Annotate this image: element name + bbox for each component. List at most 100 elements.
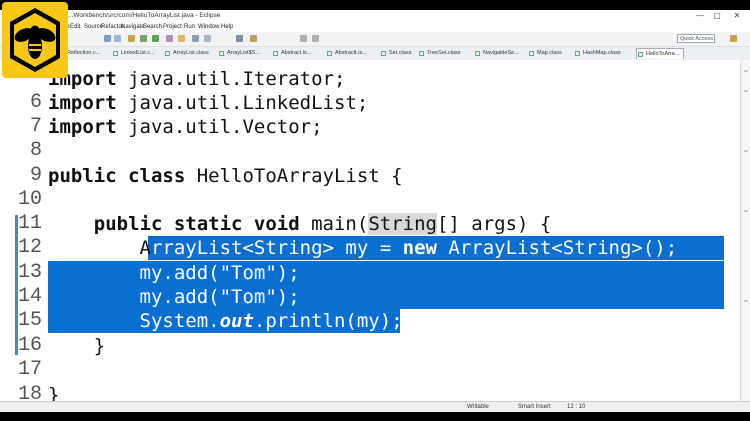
editor-tabs: Reflection.c... LinkedList.c... ArrayList.…	[0, 47, 750, 61]
class-file-icon	[419, 51, 424, 56]
pin-icon[interactable]	[236, 35, 243, 42]
search-icon[interactable]	[204, 35, 211, 42]
code-text: ArrayList<String> my = new ArrayList<Str…	[48, 236, 678, 260]
code-token: System.	[48, 310, 220, 332]
menu-edit[interactable]: Edit	[70, 22, 80, 32]
class-file-icon	[638, 52, 643, 57]
editor-tab-label: TreeSet.class	[427, 50, 461, 56]
code-line: 7 import java.util.Vector;	[0, 115, 740, 139]
editor-tab[interactable]: TreeSet.class	[418, 48, 472, 59]
editor-tab[interactable]: ArrayList$S...	[218, 48, 270, 59]
line-number: 9	[29, 164, 42, 187]
new-icon[interactable]	[104, 35, 111, 42]
back-icon[interactable]	[300, 35, 307, 42]
status-bar: Writable Smart Insert 12 : 10	[0, 401, 750, 412]
line-number: 16	[17, 334, 42, 357]
menu-search[interactable]: Search	[143, 22, 162, 32]
code-token: HelloToArrayList {	[185, 165, 403, 187]
editor-tab[interactable]: Set.class	[380, 48, 416, 59]
editor-tab[interactable]: Abstract.ls...	[272, 48, 324, 59]
code-line: 15 System.out.println(my);	[0, 309, 740, 333]
code-token: java.util.Iterator;	[116, 68, 346, 90]
forward-icon[interactable]	[312, 35, 319, 42]
editor-tab-label: Reflection.c...	[67, 50, 101, 56]
editor-tab-label: Map.class	[537, 50, 562, 56]
editor-tab-label: LinkedList.c...	[121, 50, 155, 56]
editor-tab-label: Set.class	[389, 50, 412, 56]
maximize-button[interactable]: ▢	[707, 10, 727, 22]
overview-mark	[744, 210, 748, 212]
editor-tab[interactable]: HelloToArra...	[636, 48, 684, 59]
keyword-token: out	[219, 310, 254, 332]
change-marker	[15, 215, 18, 355]
code-line: 10	[0, 188, 740, 212]
code-token: String	[368, 213, 437, 235]
overview-mark	[744, 150, 748, 152]
code-text: my.add("Tom");	[48, 261, 300, 285]
menu-navigate[interactable]: Navigate	[121, 22, 145, 32]
line-number: 14	[17, 285, 42, 308]
class-file-icon	[219, 51, 224, 56]
editor-tab-label: NavigableSe...	[483, 50, 519, 56]
annotation-icon[interactable]	[250, 35, 257, 42]
editor-tab[interactable]: AbstractLis...	[326, 48, 378, 59]
editor-tab-label: ArrayList.class	[173, 50, 209, 56]
editor-tab[interactable]: HashMap.class	[574, 48, 632, 59]
close-button[interactable]: ✕	[727, 10, 747, 22]
class-file-icon	[165, 51, 170, 56]
editor-tab-label: AbstractLis...	[335, 50, 367, 56]
line-number: 6	[29, 91, 42, 114]
code-line: 13 my.add("Tom");	[0, 261, 740, 285]
menu-run[interactable]: Run	[184, 22, 195, 32]
line-number: 15	[17, 309, 42, 332]
code-text: import java.util.Iterator;	[48, 67, 345, 91]
class-file-icon	[273, 51, 278, 56]
overview-mark	[744, 70, 748, 72]
code-editor[interactable]: import java.util.Iterator; 6 import java.u…	[0, 60, 740, 410]
code-token: java.util.LinkedList;	[116, 92, 369, 114]
code-line: 9 public class HelloToArrayList {	[0, 164, 740, 188]
keyword-token: import	[48, 92, 117, 114]
code-token: java.util.Vector;	[116, 116, 323, 138]
line-number: 17	[17, 358, 42, 381]
menu-help[interactable]: Help	[221, 22, 233, 32]
line-number: 8	[29, 139, 42, 162]
status-insert-mode: Smart Insert	[518, 404, 551, 410]
editor-tab[interactable]: NavigableSe...	[474, 48, 526, 59]
bee-icon	[10, 8, 60, 72]
code-line: 12 ArrayList<String> my = new ArrayList<…	[0, 236, 740, 260]
line-number: 11	[17, 212, 42, 235]
code-line: 8	[0, 139, 740, 163]
editor-tab[interactable]: ArrayList.class	[164, 48, 216, 59]
code-token: A	[48, 237, 151, 259]
overview-mark	[744, 300, 748, 302]
save-icon[interactable]	[114, 35, 121, 42]
run-icon[interactable]	[152, 35, 159, 42]
package-icon[interactable]	[166, 35, 173, 42]
vertical-scrollbar[interactable]	[740, 60, 750, 410]
code-token: ArrayList<String>();	[436, 237, 678, 259]
menu-project[interactable]: Project	[163, 22, 182, 32]
debug-icon[interactable]	[140, 35, 147, 42]
build-icon[interactable]	[128, 35, 135, 42]
code-text: import java.util.Vector;	[48, 115, 323, 139]
editor-tab[interactable]: LinkedList.c...	[112, 48, 162, 59]
editor-tab[interactable]: Map.class	[528, 48, 572, 59]
quick-access-field[interactable]: Quick Access	[677, 34, 715, 43]
line-number: 10	[17, 188, 42, 211]
class-icon[interactable]	[178, 35, 185, 42]
code-token: rrayList<String> my =	[150, 237, 403, 259]
editor-tab-label: ArrayList$S...	[227, 50, 261, 56]
class-file-icon	[327, 51, 332, 56]
menu-window[interactable]: Window	[198, 22, 219, 32]
java-perspective-icon[interactable]	[730, 35, 737, 42]
open-type-icon[interactable]	[192, 35, 199, 42]
code-token: main(	[299, 213, 369, 235]
window-title: ...Workbench/src/com/HelloToArrayList.ja…	[68, 12, 221, 19]
keyword-token: public static void	[93, 213, 300, 235]
keyword-token: public class	[48, 165, 186, 187]
code-text: }	[48, 334, 105, 358]
keyword-token: new	[402, 237, 437, 259]
code-text: my.add("Tom");	[48, 285, 300, 309]
code-text: public class HelloToArrayList {	[48, 164, 403, 188]
